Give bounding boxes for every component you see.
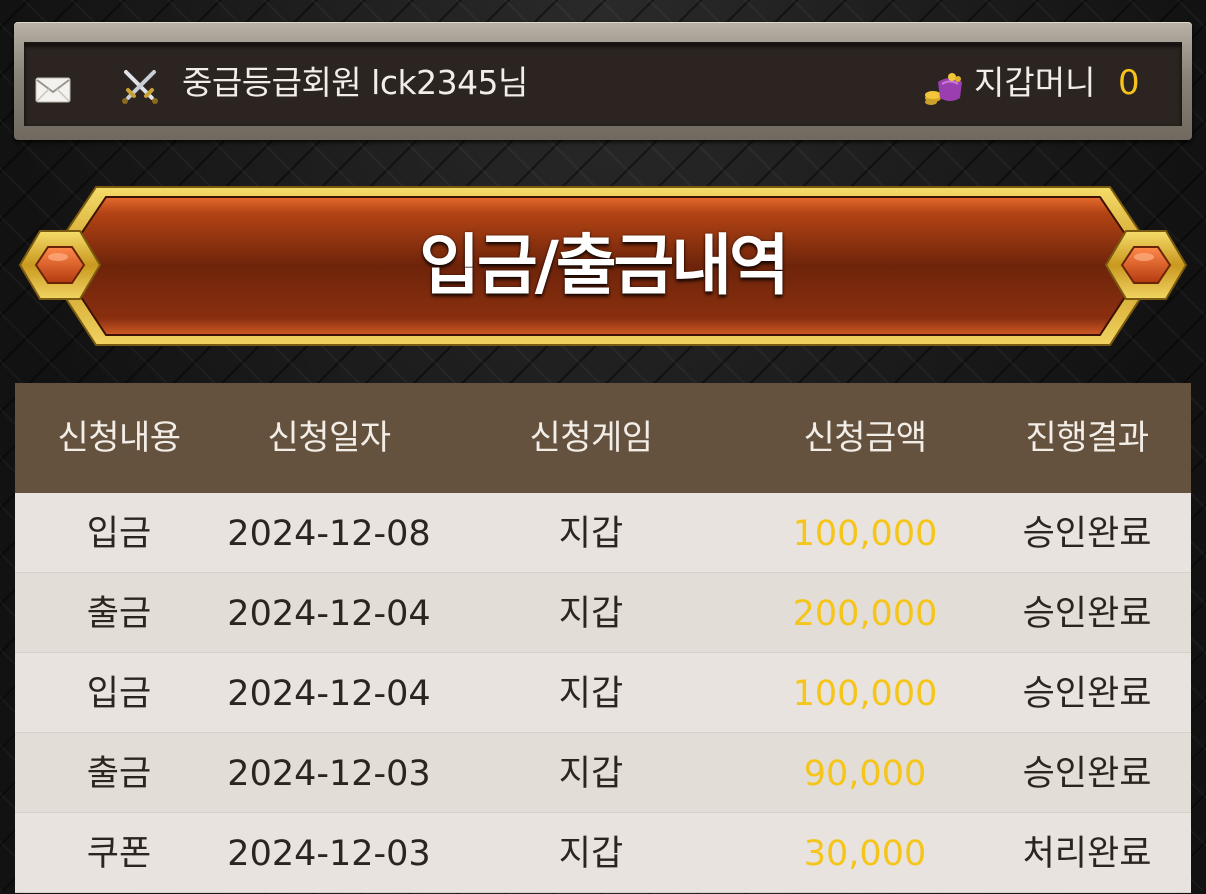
cell-amount: 100,000 (792, 513, 938, 554)
cell-date: 2024-12-04 (227, 673, 431, 714)
page-title-banner: 입금/출금내역 (16, 185, 1190, 347)
cell-date: 2024-12-03 (227, 753, 431, 794)
column-header-date: 신청일자 (267, 418, 391, 458)
cell-type: 입금 (86, 513, 152, 554)
table-row[interactable]: 쿠폰 2024-12-03 지갑 30,000 처리완료 (15, 813, 1191, 893)
coin-purse-icon (925, 73, 962, 105)
cell-type: 입금 (86, 673, 152, 714)
cell-game: 지갑 (558, 593, 624, 634)
column-header-status: 진행결과 (1025, 418, 1149, 458)
wallet-money-amount: 0 (1118, 63, 1140, 103)
cell-date: 2024-12-04 (227, 593, 431, 634)
cell-amount: 30,000 (803, 833, 927, 874)
table-row[interactable]: 입금 2024-12-08 지갑 100,000 승인완료 (15, 493, 1191, 573)
cell-type: 쿠폰 (86, 833, 152, 874)
cell-status: 승인완료 (1022, 753, 1152, 794)
cell-amount: 100,000 (792, 673, 938, 714)
cell-type: 출금 (86, 593, 152, 634)
wallet-money-label: 지갑머니 (974, 63, 1096, 102)
cell-status: 승인완료 (1022, 593, 1152, 634)
cell-game: 지갑 (558, 513, 624, 554)
envelope-icon[interactable] (35, 77, 71, 103)
column-header-type: 신청내용 (57, 418, 181, 458)
cell-amount: 90,000 (803, 753, 927, 794)
page-title: 입금/출금내역 (419, 227, 789, 304)
cell-date: 2024-12-08 (227, 513, 431, 554)
cell-status: 승인완료 (1022, 513, 1152, 554)
transaction-history-table: 신청내용 신청일자 신청게임 신청금액 진행결과 입금 2024-12-08 지… (15, 383, 1191, 893)
cell-game: 지갑 (558, 833, 624, 874)
crossed-swords-icon (122, 70, 158, 104)
table-row[interactable]: 입금 2024-12-04 지갑 100,000 승인완료 (15, 653, 1191, 733)
cell-game: 지갑 (558, 753, 624, 794)
cell-game: 지갑 (558, 673, 624, 714)
cell-amount: 200,000 (792, 593, 938, 634)
table-row[interactable]: 출금 2024-12-04 지갑 200,000 승인완료 (15, 573, 1191, 653)
table-row[interactable]: 출금 2024-12-03 지갑 90,000 승인완료 (15, 733, 1191, 813)
table-body: 입금 2024-12-08 지갑 100,000 승인완료 출금 2024-12… (15, 493, 1191, 893)
cell-date: 2024-12-03 (227, 833, 431, 874)
cell-type: 출금 (86, 753, 152, 794)
cell-status: 승인완료 (1022, 673, 1152, 714)
column-header-game: 신청게임 (529, 418, 653, 458)
table-header: 신청내용 신청일자 신청게임 신청금액 진행결과 (15, 383, 1191, 493)
column-header-amount: 신청금액 (803, 418, 927, 458)
user-info-bar: 중급등급회원 lck2345님 지갑머니 0 (14, 22, 1192, 140)
member-greeting: 중급등급회원 lck2345님 (182, 63, 528, 102)
cell-status: 처리완료 (1022, 833, 1152, 874)
